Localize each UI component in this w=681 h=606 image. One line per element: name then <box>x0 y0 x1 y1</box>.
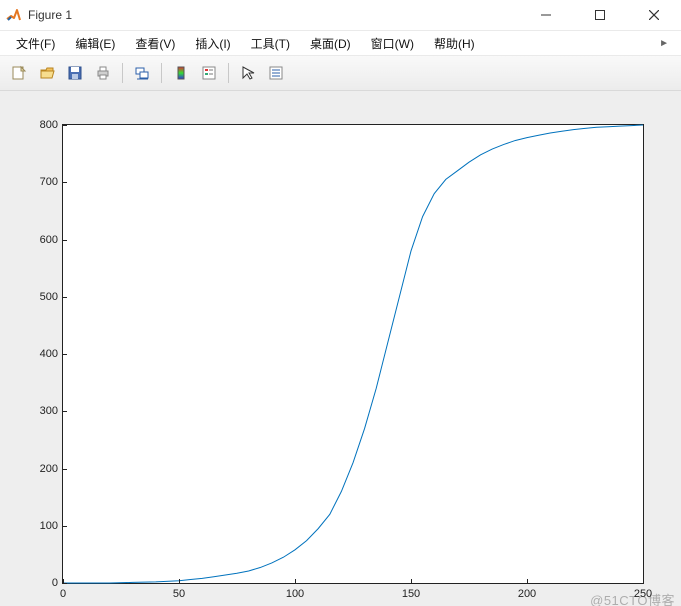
x-tick-mark <box>527 579 528 584</box>
y-tick-label: 300 <box>18 405 58 417</box>
menu-window[interactable]: 窗口(W) <box>361 33 424 54</box>
y-tick-mark <box>62 354 67 355</box>
figure-area: @51CTO博客 0 100 200 300 400 500 600 700 800 0 50 100… <box>0 91 681 606</box>
menu-file[interactable]: 文件(F) <box>6 33 65 54</box>
close-button[interactable] <box>641 5 667 25</box>
menu-tools[interactable]: 工具(T) <box>241 33 300 54</box>
axes[interactable] <box>62 124 644 584</box>
x-tick-mark <box>179 579 180 584</box>
window-title: Figure 1 <box>28 8 533 22</box>
x-tick-mark <box>643 579 644 584</box>
x-tick-label: 100 <box>286 588 304 600</box>
x-tick-mark <box>295 579 296 584</box>
link-axes-icon[interactable] <box>129 60 155 86</box>
maximize-button[interactable] <box>587 5 613 25</box>
x-tick-mark <box>63 579 64 584</box>
menu-desktop[interactable]: 桌面(D) <box>300 33 361 54</box>
menu-overflow-icon[interactable]: ► <box>659 38 675 49</box>
y-tick-label: 200 <box>18 463 58 475</box>
toolbar-separator <box>161 63 162 83</box>
x-tick-label: 200 <box>518 588 536 600</box>
save-icon[interactable] <box>62 60 88 86</box>
y-tick-label: 600 <box>18 234 58 246</box>
y-tick-mark <box>62 297 67 298</box>
x-tick-label: 50 <box>173 588 185 600</box>
edit-plot-icon[interactable] <box>235 60 261 86</box>
y-tick-label: 800 <box>18 119 58 131</box>
y-tick-mark <box>62 411 67 412</box>
new-figure-icon[interactable] <box>6 60 32 86</box>
watermark: @51CTO博客 <box>590 590 675 606</box>
legend-icon[interactable] <box>196 60 222 86</box>
y-tick-label: 700 <box>18 176 58 188</box>
x-tick-label: 150 <box>402 588 420 600</box>
titlebar: Figure 1 <box>0 0 681 31</box>
y-tick-mark <box>62 240 67 241</box>
toolbar-separator <box>228 63 229 83</box>
toolbar-separator <box>122 63 123 83</box>
print-icon[interactable] <box>90 60 116 86</box>
data-cursor-icon[interactable] <box>263 60 289 86</box>
menu-edit[interactable]: 编辑(E) <box>65 33 125 54</box>
y-tick-label: 0 <box>18 577 58 589</box>
minimize-button[interactable] <box>533 5 559 25</box>
y-tick-mark <box>62 526 67 527</box>
y-tick-label: 100 <box>18 520 58 532</box>
menu-help[interactable]: 帮助(H) <box>424 33 485 54</box>
y-tick-label: 500 <box>18 291 58 303</box>
x-tick-label: 250 <box>634 588 652 600</box>
y-tick-mark <box>62 125 67 126</box>
colorbar-icon[interactable] <box>168 60 194 86</box>
line-plot <box>63 125 643 583</box>
menubar: 文件(F) 编辑(E) 查看(V) 插入(I) 工具(T) 桌面(D) 窗口(W… <box>0 31 681 56</box>
toolbar <box>0 56 681 91</box>
matlab-icon <box>6 7 22 23</box>
x-tick-mark <box>411 579 412 584</box>
open-icon[interactable] <box>34 60 60 86</box>
menu-view[interactable]: 查看(V) <box>125 33 185 54</box>
x-tick-label: 0 <box>60 588 66 600</box>
y-tick-label: 400 <box>18 348 58 360</box>
menu-insert[interactable]: 插入(I) <box>185 33 240 54</box>
window-controls <box>533 5 673 25</box>
y-tick-mark <box>62 469 67 470</box>
y-tick-mark <box>62 182 67 183</box>
